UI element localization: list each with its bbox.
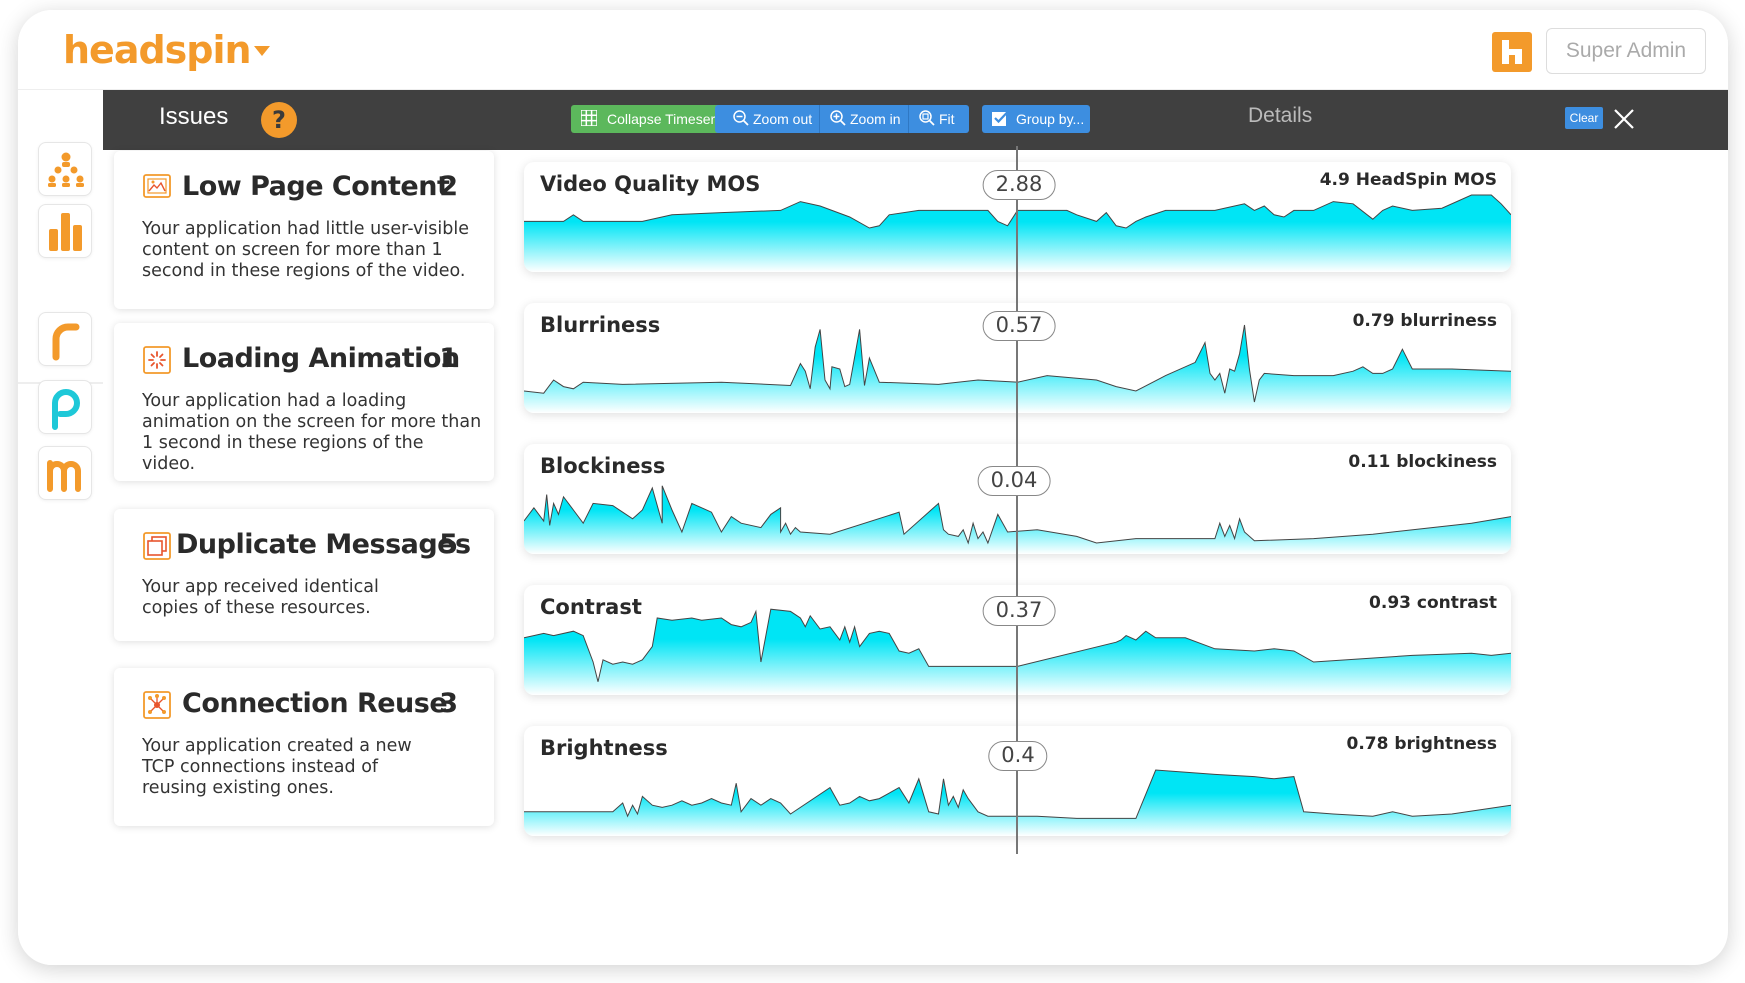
issue-count: 2 xyxy=(439,171,458,202)
issue-card-connection-reuse[interactable]: Connection Reuse 3 Your application crea… xyxy=(114,668,494,826)
cursor-value-pill: 0.4 xyxy=(988,741,1048,771)
issue-description: Your app received identical copies of th… xyxy=(142,577,379,618)
timeseries-value: 0.79 blurriness xyxy=(1352,311,1497,331)
group-by-button[interactable]: Group by... xyxy=(982,105,1090,133)
spinner-icon xyxy=(143,346,171,374)
zoom-in-label: Zoom in xyxy=(850,111,901,127)
timeseries-label: Blurriness xyxy=(540,313,661,337)
fit-button[interactable]: Fit xyxy=(909,105,969,133)
timeseries-label: Contrast xyxy=(540,595,642,619)
issue-description: Your application had a loading animation… xyxy=(142,391,482,474)
fit-label: Fit xyxy=(939,111,955,127)
issue-card-loading-animation[interactable]: Loading Animation 1 Your application had… xyxy=(114,323,494,481)
top-bar: headspin Super Admin xyxy=(18,10,1728,90)
chevron-down-icon[interactable] xyxy=(254,46,270,56)
zoom-toolbar: Zoom out Zoom in Fit xyxy=(715,105,969,133)
network-icon xyxy=(143,691,171,719)
help-icon[interactable]: ? xyxy=(261,102,297,138)
close-icon[interactable] xyxy=(1611,106,1637,132)
issue-title: Duplicate Messages xyxy=(176,529,471,560)
zoom-out-icon xyxy=(733,110,749,126)
headspin-logo[interactable]: headspin xyxy=(63,28,252,72)
timeseries-value: 0.78 brightness xyxy=(1346,734,1497,754)
zoom-in-icon xyxy=(830,110,846,126)
issue-description: Your application had little user-visible… xyxy=(142,219,469,281)
details-label: Details xyxy=(1248,104,1313,127)
group-by-label: Group by... xyxy=(1016,111,1085,127)
issues-header: Issues ? Collapse Timeseries Zoom out Zo… xyxy=(103,90,1728,150)
hierarchy-icon[interactable] xyxy=(38,142,92,196)
issue-title: Connection Reuse xyxy=(182,688,448,719)
cursor-value-pill: 0.37 xyxy=(982,596,1056,626)
letter-p-icon[interactable] xyxy=(38,380,92,434)
image-icon xyxy=(143,174,171,198)
bar-chart-icon[interactable] xyxy=(38,204,92,258)
user-menu-button[interactable]: Super Admin xyxy=(1546,28,1706,74)
issue-count: 5 xyxy=(439,529,458,560)
timeseries-label: Blockiness xyxy=(540,454,666,478)
issue-count: 3 xyxy=(439,688,458,719)
letter-r-icon[interactable] xyxy=(38,312,92,366)
fit-icon xyxy=(919,110,935,126)
issue-title: Loading Animation xyxy=(182,343,460,374)
cursor-value-pill: 2.88 xyxy=(982,170,1056,200)
issue-title: Low Page Content xyxy=(182,171,450,202)
cursor-value-pill: 0.04 xyxy=(977,466,1051,496)
zoom-out-label: Zoom out xyxy=(753,111,813,127)
issue-description: Your application created a new TCP conne… xyxy=(142,736,412,798)
letter-m-icon[interactable] xyxy=(38,446,92,500)
cursor-value-pill: 0.57 xyxy=(982,311,1056,341)
timeseries-value: 0.93 contrast xyxy=(1369,593,1497,613)
zoom-in-button[interactable]: Zoom in xyxy=(820,105,908,133)
clear-button[interactable]: Clear xyxy=(1565,107,1603,129)
issue-card-duplicate-messages[interactable]: Duplicate Messages 5 Your app received i… xyxy=(114,509,494,641)
timeseries-value: 0.11 blockiness xyxy=(1348,452,1497,472)
timeseries-label: Brightness xyxy=(540,736,668,760)
zoom-out-button[interactable]: Zoom out xyxy=(715,105,819,133)
brand-logo-icon[interactable] xyxy=(1492,32,1532,72)
copy-icon xyxy=(143,532,171,560)
checkbox-icon xyxy=(992,110,1009,126)
issue-card-low-page-content[interactable]: Low Page Content 2 Your application had … xyxy=(114,151,494,309)
timeseries-value: 4.9 HeadSpin MOS xyxy=(1319,170,1497,190)
grid-icon xyxy=(581,110,597,126)
timeseries-label: Video Quality MOS xyxy=(540,172,761,196)
page-title: Issues xyxy=(159,103,229,130)
left-rail xyxy=(18,90,103,965)
issue-count: 1 xyxy=(439,343,458,374)
